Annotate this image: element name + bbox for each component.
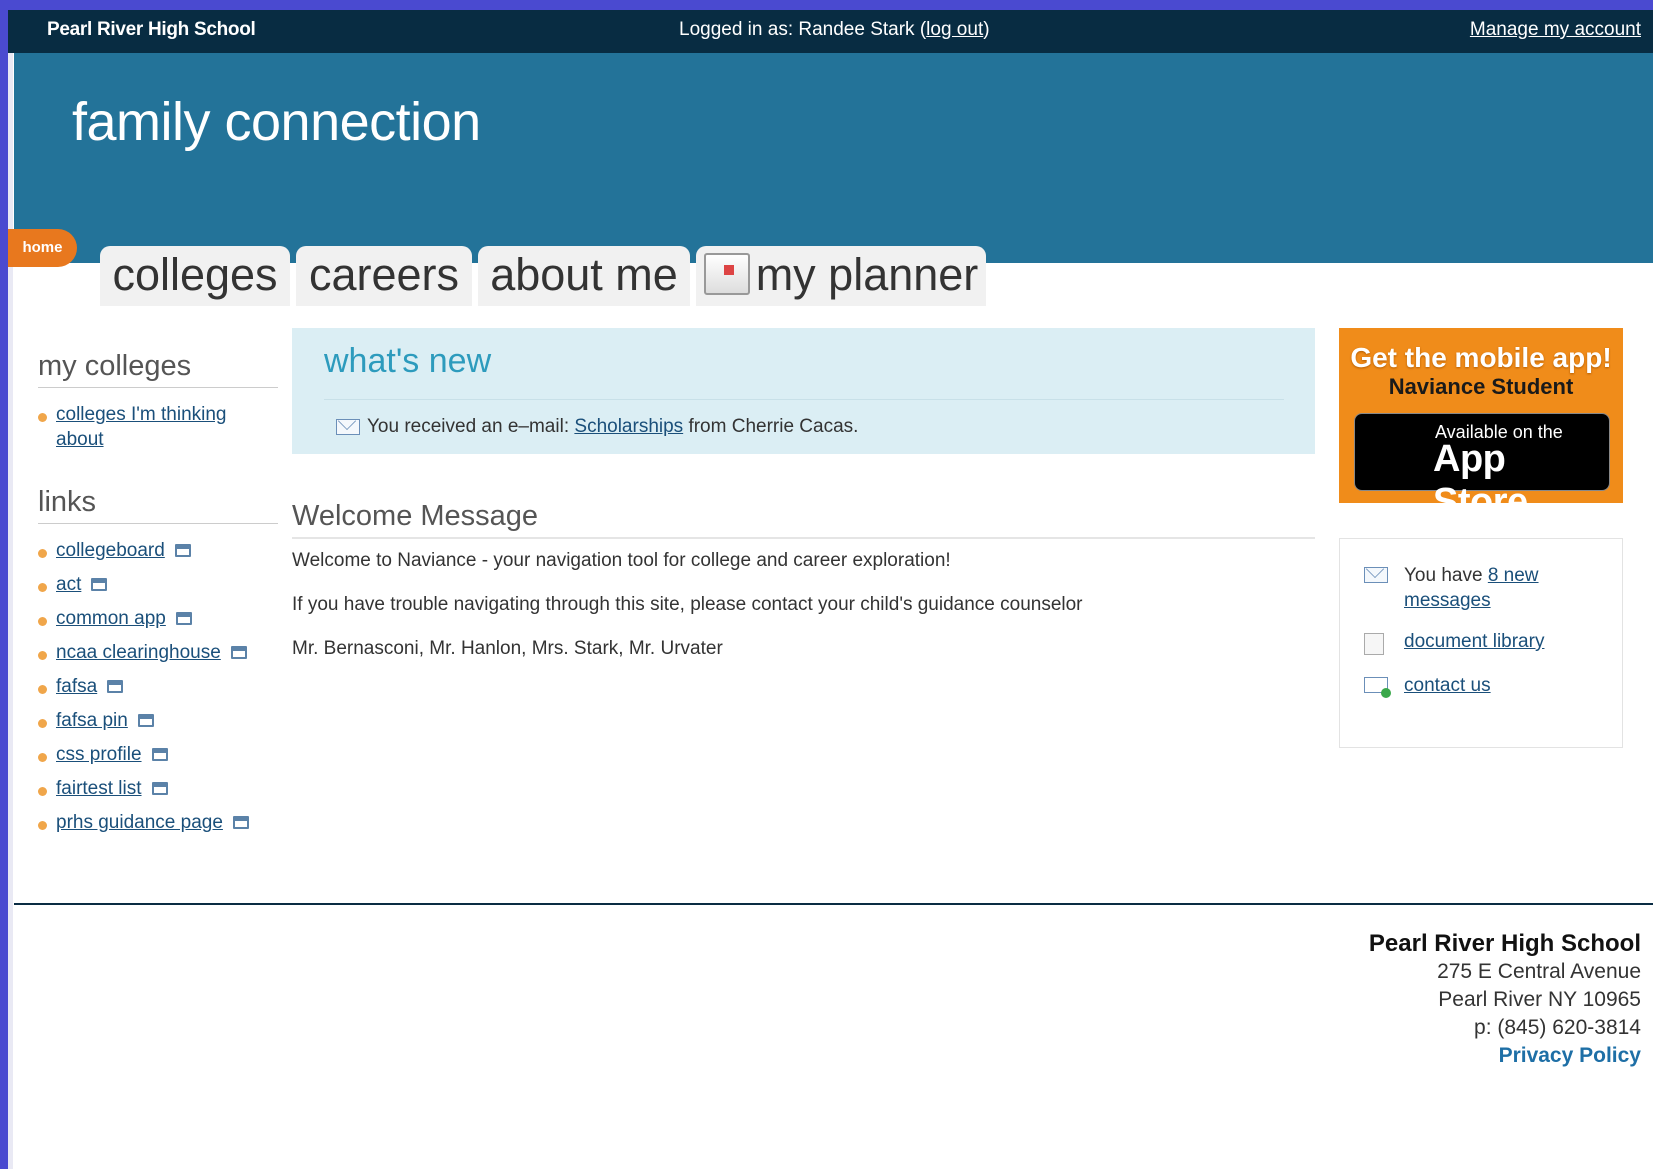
messages-prefix: You have (1404, 565, 1488, 586)
list-item: ncaa clearinghouse (38, 640, 278, 665)
promo-app-name: Naviance Student (1388, 374, 1574, 399)
list-item: fafsa pin (38, 708, 278, 733)
site-title: family connection (72, 92, 481, 152)
store-big-text: App Store (1433, 438, 1528, 523)
quick-links-box: You have 8 new messages document library… (1339, 538, 1623, 748)
contact-us-link[interactable]: contact us (1404, 675, 1491, 696)
colleges-thinking-link[interactable]: colleges I'm thinking about (56, 404, 227, 450)
messages-text: You have 8 new messages (1404, 563, 1604, 613)
document-icon (1364, 633, 1384, 655)
home-tab[interactable]: home (8, 229, 77, 267)
external-window-icon[interactable] (151, 782, 168, 796)
link-fafsa-pin[interactable]: fafsa pin (56, 710, 128, 731)
list-item: collegeboard (38, 538, 278, 563)
footer-address-2: Pearl River NY 10965 (1438, 988, 1641, 1011)
logout-link[interactable]: log out (926, 19, 983, 40)
login-status: Logged in as: Randee Stark (log out) (679, 19, 990, 41)
external-window-icon[interactable] (232, 816, 249, 830)
scholarships-link[interactable]: Scholarships (574, 416, 683, 437)
tab-about-me[interactable]: about me (478, 246, 690, 306)
link-css-profile[interactable]: css profile (56, 744, 142, 765)
header-banner: family connection colleges careers about… (14, 53, 1653, 306)
my-colleges-heading: my colleges (38, 350, 278, 388)
footer-address-1: 275 E Central Avenue (1437, 960, 1641, 983)
list-item: colleges I'm thinking about (38, 402, 278, 452)
external-window-icon[interactable] (107, 680, 124, 694)
link-fafsa[interactable]: fafsa (56, 676, 97, 697)
external-window-icon[interactable] (230, 646, 247, 660)
app-store-badge[interactable]: Available on the App Store (1354, 413, 1610, 523)
envelope-icon (336, 418, 360, 435)
footer-phone: p: (845) 620-3814 (1474, 1016, 1641, 1039)
welcome-line-3: Mr. Bernasconi, Mr. Hanlon, Mrs. Stark, … (292, 638, 723, 659)
footer-school-name: Pearl River High School (1368, 930, 1641, 957)
envelope-icon (1364, 567, 1388, 583)
mobile-app-promo[interactable]: Get the mobile app! Naviance Student Ava… (1339, 328, 1623, 523)
link-ncaa[interactable]: ncaa clearinghouse (56, 642, 221, 663)
welcome-heading: Welcome Message (292, 500, 1315, 539)
whats-new-panel: what's new You received an e–mail: Schol… (292, 328, 1315, 454)
message-text: You received an e–mail: (367, 416, 575, 437)
document-library-link[interactable]: document library (1404, 631, 1544, 652)
link-common-app[interactable]: common app (56, 608, 166, 629)
list-item: css profile (38, 742, 278, 767)
link-collegeboard[interactable]: collegeboard (56, 540, 165, 561)
tab-careers[interactable]: careers (296, 246, 472, 306)
calendar-icon (703, 253, 750, 296)
link-prhs-guidance[interactable]: prhs guidance page (56, 812, 223, 833)
privacy-policy-link[interactable]: Privacy Policy (1369, 1042, 1641, 1070)
list-item: fairtest list (38, 776, 278, 801)
external-window-icon[interactable] (137, 714, 154, 728)
external-window-icon[interactable] (175, 612, 192, 626)
whats-new-heading: what's new (324, 342, 492, 380)
contact-mail-icon (1364, 677, 1391, 698)
left-column: my colleges colleges I'm thinking about … (38, 350, 278, 844)
links-heading: links (38, 486, 278, 524)
links-list: collegeboard act common app ncaa clearin… (38, 538, 278, 835)
footer-divider (14, 903, 1653, 905)
list-item: prhs guidance page (38, 810, 278, 835)
top-bar: Pearl River High School Logged in as: Ra… (8, 10, 1653, 53)
left-edge (8, 50, 13, 1169)
tab-my-planner-label: my planner (755, 249, 979, 300)
welcome-line-2: If you have trouble navigating through t… (292, 594, 1083, 615)
link-act[interactable]: act (56, 574, 81, 595)
promo-heading: Get the mobile app! (1350, 342, 1612, 373)
message-sender: from Cherrie Cacas. (683, 416, 859, 437)
welcome-line-1: Welcome to Naviance - your navigation to… (292, 550, 951, 571)
welcome-section: Welcome Message Welcome to Naviance - yo… (292, 500, 1315, 659)
link-fairtest[interactable]: fairtest list (56, 778, 142, 799)
list-item: common app (38, 606, 278, 631)
list-item: act (38, 572, 278, 597)
external-window-icon[interactable] (151, 748, 168, 762)
whats-new-message: You received an e–mail: Scholarships fro… (336, 416, 858, 438)
page-frame: Pearl River High School Logged in as: Ra… (8, 10, 1653, 1169)
tab-colleges[interactable]: colleges (100, 246, 290, 306)
my-colleges-list: colleges I'm thinking about (38, 402, 278, 452)
school-name: Pearl River High School (47, 19, 256, 40)
external-window-icon[interactable] (174, 544, 191, 558)
manage-account-link[interactable]: Manage my account (1470, 19, 1641, 41)
list-item: fafsa (38, 674, 278, 699)
login-text: Logged in as: Randee Stark ( (679, 19, 927, 40)
external-window-icon[interactable] (91, 578, 108, 592)
footer: Pearl River High School 275 E Central Av… (1369, 930, 1641, 1070)
login-text-end: ) (983, 19, 990, 40)
tab-my-planner[interactable]: my planner (696, 246, 986, 306)
divider (324, 399, 1284, 400)
